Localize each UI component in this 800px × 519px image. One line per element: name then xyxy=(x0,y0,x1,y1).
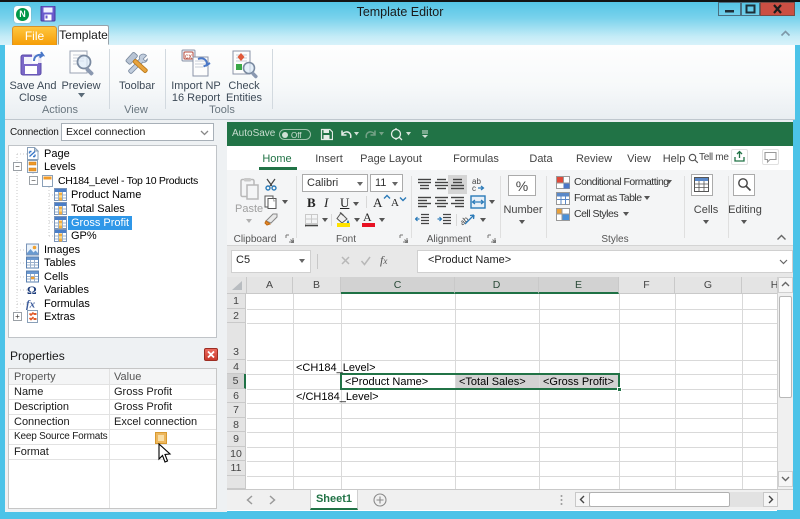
svg-text:c: c xyxy=(472,184,476,191)
svg-text:fx: fx xyxy=(26,298,36,310)
svg-text:Ω: Ω xyxy=(27,283,37,296)
svg-text:cx: cx xyxy=(185,54,193,61)
